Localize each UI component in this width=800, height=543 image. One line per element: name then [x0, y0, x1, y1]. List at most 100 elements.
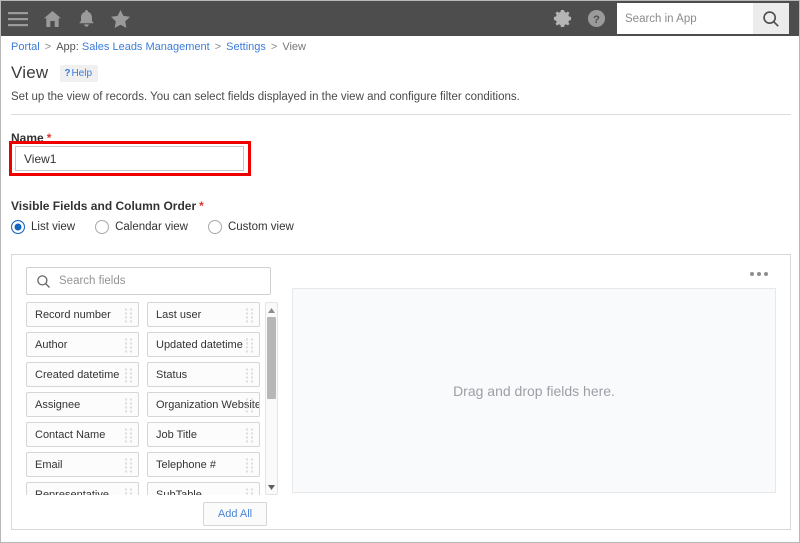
field-item-label: Representative	[35, 489, 109, 496]
menu-icon[interactable]	[1, 1, 35, 36]
breadcrumb-app-prefix: App:	[56, 41, 79, 53]
drag-handle-icon[interactable]	[245, 427, 254, 442]
field-search-input[interactable]	[51, 268, 270, 294]
name-input-wrapper	[15, 146, 244, 171]
radio-list-view-indicator[interactable]	[11, 220, 25, 234]
app-search-box	[617, 3, 753, 34]
field-item[interactable]: Record number	[26, 302, 139, 327]
field-item[interactable]: SubTable	[147, 482, 260, 495]
breadcrumb: Portal > App: Sales Leads Management > S…	[1, 36, 800, 58]
field-item-label: Assignee	[35, 399, 80, 411]
breadcrumb-separator: >	[45, 41, 51, 53]
top-navigation-bar: ?	[1, 1, 800, 36]
help-link[interactable]: ?Help	[60, 65, 98, 82]
field-item-label: Status	[156, 369, 187, 381]
field-item-label: Record number	[35, 309, 111, 321]
visible-fields-label-text: Visible Fields and Column Order	[11, 199, 196, 213]
search-submit-button[interactable]	[753, 3, 789, 34]
radio-calendar-view[interactable]: Calendar view	[95, 220, 188, 234]
field-list-scrollbar[interactable]	[265, 302, 278, 495]
caret-up-icon[interactable]	[266, 304, 277, 316]
field-search-box	[26, 267, 271, 295]
question-icon[interactable]: ?	[579, 1, 613, 36]
drag-handle-icon[interactable]	[245, 457, 254, 472]
help-label: Help	[71, 68, 92, 79]
breadcrumb-item-app[interactable]: Sales Leads Management	[82, 41, 210, 53]
field-item-label: Updated datetime	[156, 339, 243, 351]
add-all-button[interactable]: Add All	[203, 502, 267, 526]
field-item-label: Created datetime	[35, 369, 119, 381]
topbar-right-group: ?	[545, 1, 800, 36]
help-question-mark-icon: ?	[64, 68, 70, 79]
radio-list-view[interactable]: List view	[11, 220, 75, 234]
field-item-label: Email	[35, 459, 63, 471]
more-options-icon[interactable]	[746, 268, 772, 280]
bell-icon[interactable]	[69, 1, 103, 36]
more-options-dot	[764, 272, 768, 276]
search-input[interactable]	[617, 4, 747, 33]
name-label-text: Name	[11, 131, 44, 145]
drag-handle-icon[interactable]	[245, 367, 254, 382]
selected-fields-drop-area[interactable]: Drag and drop fields here.	[292, 288, 776, 493]
drag-handle-icon[interactable]	[245, 307, 254, 322]
radio-calendar-view-indicator[interactable]	[95, 220, 109, 234]
field-item[interactable]: Created datetime	[26, 362, 139, 387]
field-item-label: Telephone #	[156, 459, 216, 471]
field-item[interactable]: Author	[26, 332, 139, 357]
field-item[interactable]: Status	[147, 362, 260, 387]
search-icon	[36, 274, 51, 289]
caret-down-icon[interactable]	[266, 481, 277, 493]
gear-icon[interactable]	[545, 1, 579, 36]
visible-fields-required-mark: *	[199, 199, 204, 213]
home-icon[interactable]	[35, 1, 69, 36]
drag-handle-icon[interactable]	[124, 457, 133, 472]
field-item[interactable]: Representative	[26, 482, 139, 495]
available-fields-columns: Record number Author Created datetime As…	[26, 302, 260, 495]
page-description: Set up the view of records. You can sele…	[11, 91, 520, 103]
drag-handle-icon[interactable]	[245, 397, 254, 412]
scrollbar-thumb[interactable]	[267, 317, 276, 399]
drop-area-placeholder: Drag and drop fields here.	[453, 383, 615, 399]
more-options-dot	[757, 272, 761, 276]
topbar-endcap	[789, 1, 800, 36]
available-fields-column-2: Last user Updated datetime Status Organi…	[147, 302, 260, 495]
drag-handle-icon[interactable]	[124, 367, 133, 382]
view-type-radio-group: List view Calendar view Custom view	[11, 220, 314, 234]
field-item-label: Job Title	[156, 429, 197, 441]
field-item[interactable]: Last user	[147, 302, 260, 327]
name-required-mark: *	[47, 131, 52, 145]
drag-handle-icon[interactable]	[124, 487, 133, 495]
breadcrumb-item-settings[interactable]: Settings	[226, 41, 266, 53]
breadcrumb-item-view: View	[282, 41, 306, 53]
radio-custom-view[interactable]: Custom view	[208, 220, 294, 234]
svg-text:?: ?	[593, 14, 600, 26]
radio-list-view-label: List view	[31, 221, 75, 233]
field-item[interactable]: Contact Name	[26, 422, 139, 447]
breadcrumb-separator: >	[215, 41, 221, 53]
drag-handle-icon[interactable]	[124, 397, 133, 412]
field-item-label: Contact Name	[35, 429, 105, 441]
field-item-label: Last user	[156, 309, 201, 321]
drag-handle-icon[interactable]	[124, 337, 133, 352]
radio-calendar-view-label: Calendar view	[115, 221, 188, 233]
app-window: ? Portal > App: Sales Leads Management >…	[0, 0, 800, 543]
radio-custom-view-label: Custom view	[228, 221, 294, 233]
field-item[interactable]: Email	[26, 452, 139, 477]
field-item[interactable]: Telephone #	[147, 452, 260, 477]
star-icon[interactable]	[103, 1, 137, 36]
drag-handle-icon[interactable]	[245, 487, 254, 495]
field-item[interactable]: Updated datetime	[147, 332, 260, 357]
field-item-label: SubTable	[156, 489, 202, 496]
breadcrumb-item-portal[interactable]: Portal	[11, 41, 40, 53]
field-item[interactable]: Job Title	[147, 422, 260, 447]
field-item[interactable]: Assignee	[26, 392, 139, 417]
name-input[interactable]	[15, 146, 244, 171]
drag-handle-icon[interactable]	[245, 337, 254, 352]
field-item[interactable]: Organization Website	[147, 392, 260, 417]
visible-fields-label: Visible Fields and Column Order*	[11, 199, 204, 213]
field-configuration-panel: Record number Author Created datetime As…	[11, 254, 791, 530]
drag-handle-icon[interactable]	[124, 307, 133, 322]
radio-custom-view-indicator[interactable]	[208, 220, 222, 234]
drag-handle-icon[interactable]	[124, 427, 133, 442]
page-title: View	[11, 63, 48, 83]
